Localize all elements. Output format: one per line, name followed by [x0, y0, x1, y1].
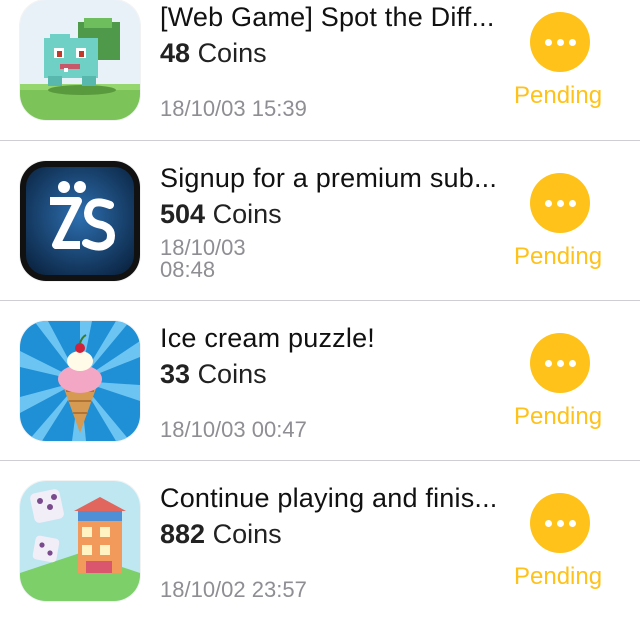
- offer-title: [Web Game] Spot the Diff...: [160, 2, 495, 32]
- offer-row[interactable]: Ice cream puzzle! 33 Coins 18/10/03 00:4…: [0, 301, 640, 461]
- coins-unit: Coins: [197, 38, 267, 68]
- offer-row[interactable]: [Web Game] Spot the Diff... 48 Coins 18/…: [0, 0, 640, 140]
- offer-row[interactable]: Continue playing and finis... 882 Coins …: [0, 461, 640, 621]
- offer-history-list: [Web Game] Spot the Diff... 48 Coins 18/…: [0, 0, 640, 621]
- coins-amount: 504: [160, 199, 206, 229]
- offer-coins: 48 Coins: [160, 38, 267, 69]
- status-badge: Pending: [514, 243, 603, 270]
- ellipsis-icon: [544, 199, 552, 207]
- pixel-monster-app-icon: [20, 0, 140, 120]
- offer-title: Continue playing and finis...: [160, 483, 498, 513]
- coins-unit: Coins: [212, 199, 282, 229]
- more-options-button[interactable]: [530, 12, 590, 72]
- ice-cream-app-icon: [20, 321, 140, 441]
- coins-amount: 882: [160, 519, 206, 549]
- more-options-button[interactable]: [530, 173, 590, 233]
- ellipsis-icon: [544, 519, 552, 527]
- status-badge: Pending: [514, 82, 603, 109]
- more-options-button[interactable]: [530, 493, 590, 553]
- offer-clock-time: 08:48: [160, 257, 216, 282]
- offer-date: 18/10/03: [160, 235, 246, 260]
- zs-app-icon: [20, 161, 140, 281]
- offer-timestamp: 18/10/03 15:39: [160, 96, 307, 121]
- offer-timestamp: 18/10/02 23:57: [160, 577, 307, 602]
- ellipsis-icon: [544, 359, 552, 367]
- coins-amount: 48: [160, 38, 191, 68]
- offer-row[interactable]: Signup for a premium sub... 504 Coins 18…: [0, 141, 640, 301]
- ellipsis-icon: [544, 38, 552, 46]
- offer-timestamp: 18/10/03 00:47: [160, 417, 307, 442]
- status-badge: Pending: [514, 563, 603, 590]
- dice-city-app-icon: [20, 481, 140, 601]
- offer-coins: 33 Coins: [160, 359, 267, 390]
- status-badge: Pending: [514, 403, 603, 430]
- coins-unit: Coins: [197, 359, 267, 389]
- coins-unit: Coins: [212, 519, 282, 549]
- offer-coins: 882 Coins: [160, 519, 282, 550]
- offer-title: Signup for a premium sub...: [160, 163, 498, 193]
- coins-amount: 33: [160, 359, 191, 389]
- offer-coins: 504 Coins: [160, 199, 282, 230]
- offer-title: Ice cream puzzle!: [160, 323, 375, 353]
- more-options-button[interactable]: [530, 333, 590, 393]
